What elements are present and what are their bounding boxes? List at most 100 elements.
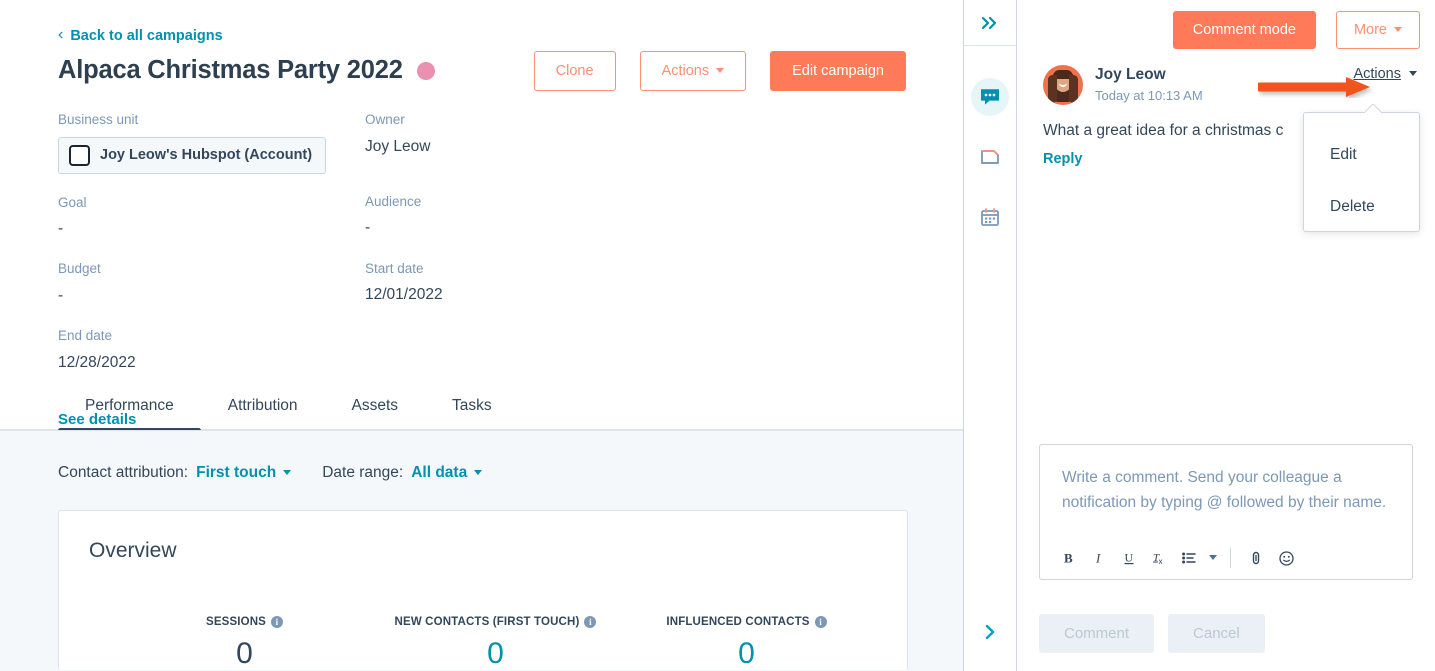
notebook-icon (981, 150, 999, 164)
collapse-panel-button[interactable] (964, 0, 1016, 46)
detail-end-date: End date 12/28/2022 (58, 326, 358, 374)
date-range-value[interactable]: All data (411, 464, 483, 482)
chevron-left-icon: ‹ (58, 26, 64, 43)
list-dropdown-caret-icon[interactable] (1204, 543, 1222, 573)
edit-campaign-button[interactable]: Edit campaign (770, 51, 906, 92)
comment-meta: Joy Leow Today at 10:13 AM (1095, 65, 1203, 103)
actions-dropdown-button[interactable]: Actions (639, 51, 747, 92)
menu-item-edit[interactable]: Edit (1304, 136, 1419, 174)
tab-assets[interactable]: Assets (325, 397, 426, 430)
main-content-panel: ‹ Back to all campaigns Alpaca Christmas… (0, 0, 963, 671)
chevron-down-icon (474, 469, 483, 475)
comment-footer-buttons: Comment Cancel (1039, 614, 1265, 653)
campaign-details-page: ‹ Back to all campaigns Alpaca Christmas… (0, 0, 1435, 671)
page-title: Alpaca Christmas Party 2022 (58, 56, 403, 84)
avatar (1043, 65, 1083, 105)
more-button[interactable]: More (1335, 11, 1420, 49)
svg-text:U: U (1125, 551, 1134, 565)
submit-comment-button[interactable]: Comment (1039, 614, 1155, 653)
detail-value: 12/01/2022 (365, 286, 443, 304)
attachment-icon[interactable] (1241, 543, 1271, 573)
metric-value: 0 (236, 637, 253, 670)
reply-link[interactable]: Reply (1043, 151, 1083, 167)
info-icon[interactable]: i (271, 616, 283, 628)
cancel-comment-button[interactable]: Cancel (1168, 614, 1265, 653)
icon-sidebar (963, 0, 1017, 671)
tab-tasks[interactable]: Tasks (425, 397, 519, 430)
business-unit-logo-icon (69, 144, 90, 166)
filter-bar: Contact attribution: First touch Date ra… (58, 431, 963, 482)
info-icon[interactable]: i (814, 616, 827, 628)
metric-value: 0 (487, 637, 504, 670)
metric-label: SESSIONS (206, 616, 266, 628)
tab-performance[interactable]: Performance (58, 397, 201, 433)
actions-button-label: Actions (661, 63, 710, 79)
editor-toolbar: B I U T x (1040, 537, 1412, 579)
metric-value: 0 (738, 637, 755, 670)
detail-label: Business unit (58, 112, 139, 127)
italic-icon[interactable]: I (1084, 543, 1114, 573)
metric-label: INFLUENCED CONTACTS (666, 616, 810, 628)
comment-actions-menu: Edit Delete (1303, 112, 1420, 232)
campaign-header-section: ‹ Back to all campaigns Alpaca Christmas… (0, 0, 963, 433)
back-to-all-campaigns-link[interactable]: ‹ Back to all campaigns (58, 26, 223, 45)
expand-panel-button[interactable] (964, 621, 1016, 643)
overview-title: Overview (89, 539, 177, 562)
tab-attribution[interactable]: Attribution (201, 397, 325, 430)
chevron-down-icon (1394, 26, 1402, 32)
sidebar-item-comments[interactable] (971, 78, 1009, 116)
details-column-left: Business unit Joy Leow's Hubspot (Accoun… (58, 110, 358, 429)
detail-value: - (58, 220, 64, 238)
business-unit-chip[interactable]: Joy Leow's Hubspot (Account) (58, 136, 327, 174)
detail-business-unit: Business unit Joy Leow's Hubspot (Accoun… (58, 110, 358, 174)
tab-bar: Performance Attribution Assets Tasks (58, 397, 519, 433)
chevron-down-icon (716, 67, 725, 73)
clear-format-icon[interactable]: T x (1144, 543, 1174, 573)
detail-value: 12/28/2022 (58, 353, 136, 371)
chevron-right-icon (985, 624, 995, 640)
detail-value: - (58, 286, 64, 304)
svg-text:B: B (1064, 551, 1073, 566)
date-range-filter: Date range: All data (322, 464, 483, 482)
detail-audience: Audience - (365, 192, 645, 240)
bulleted-list-icon[interactable] (1174, 543, 1204, 573)
bold-icon[interactable]: B (1054, 543, 1084, 573)
chevron-down-icon (1409, 70, 1417, 76)
filter-label: Date range: (322, 464, 404, 481)
detail-value: - (365, 219, 371, 237)
chevron-down-icon (283, 469, 292, 475)
comment-actions-dropdown-trigger[interactable]: Actions (1353, 66, 1417, 82)
detail-owner: Owner Joy Leow (365, 110, 645, 158)
detail-budget: Budget - (58, 259, 358, 307)
metric-new-contacts: NEW CONTACTS (FIRST TOUCH) i 0 (370, 612, 621, 669)
filter-value-label: First touch (196, 464, 277, 481)
performance-section: Contact attribution: First touch Date ra… (0, 430, 963, 671)
contact-attribution-value[interactable]: First touch (196, 464, 292, 482)
metric-influenced-contacts: INFLUENCED CONTACTS i 0 (621, 612, 872, 669)
detail-label: Goal (58, 194, 87, 210)
dropdown-caret-icon (1365, 104, 1381, 113)
business-unit-name: Joy Leow's Hubspot (Account) (100, 147, 313, 164)
underline-icon[interactable]: U (1114, 543, 1144, 573)
detail-start-date: Start date 12/01/2022 (365, 259, 645, 307)
comment-author: Joy Leow (1095, 66, 1166, 83)
comment-mode-button[interactable]: Comment mode (1172, 11, 1316, 49)
filter-label: Contact attribution: (58, 464, 189, 481)
svg-text:x: x (1159, 557, 1163, 566)
comments-panel: Comment mode More Joy Leow Today at 10:1… (1017, 0, 1435, 671)
detail-goal: Goal - (58, 193, 358, 241)
clone-button[interactable]: Clone (533, 51, 616, 92)
info-icon[interactable]: i (584, 616, 597, 628)
sidebar-item-notebook[interactable] (971, 138, 1009, 176)
menu-item-delete[interactable]: Delete (1304, 188, 1419, 226)
comment-editor[interactable]: Write a comment. Send your colleague a n… (1039, 444, 1413, 580)
sidebar-item-calendar[interactable] (971, 198, 1009, 236)
comment-timestamp: Today at 10:13 AM (1095, 88, 1203, 104)
emoji-icon[interactable] (1271, 543, 1301, 573)
metric-sessions: SESSIONS i 0 (119, 612, 370, 669)
metric-label-wrap: NEW CONTACTS (FIRST TOUCH) i (395, 616, 597, 628)
overview-card: Overview SESSIONS i 0 NEW CONTACTS (FIRS… (58, 510, 908, 670)
back-link-label: Back to all campaigns (70, 28, 223, 44)
comment-actions-label: Actions (1353, 66, 1401, 82)
metric-label-wrap: INFLUENCED CONTACTS i (666, 616, 827, 628)
